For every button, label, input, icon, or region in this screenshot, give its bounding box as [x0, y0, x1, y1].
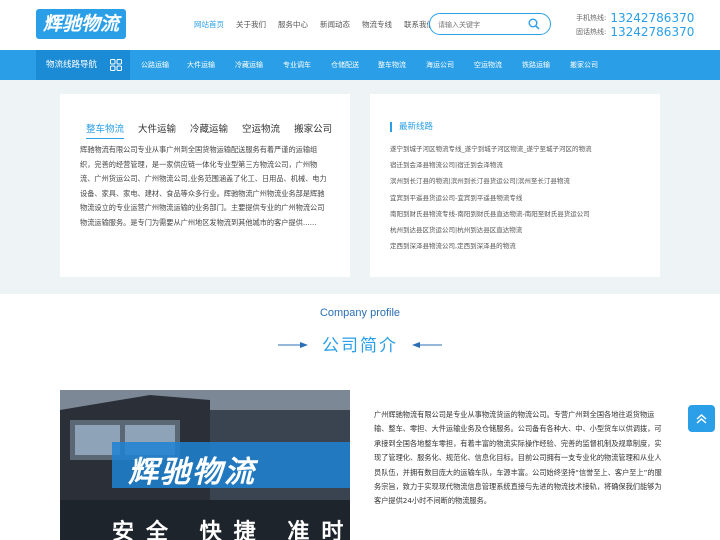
- title-decoration-right: [412, 342, 442, 348]
- service-tabs: 整车物流 大件运输 冷藏运输 空运物流 搬家公司: [86, 121, 346, 139]
- cat-dispatch[interactable]: 专业调车: [283, 50, 331, 80]
- cat-cold[interactable]: 冷藏运输: [235, 50, 283, 80]
- mobile-number: 13242786370: [610, 11, 695, 25]
- list-item[interactable]: 遂宁到城子河区物流专线_遂宁到城子河区物流_遂宁至城子河区的物流: [390, 141, 592, 157]
- profile-text: 广州辉驰物流有限公司是专业从事物流货运的物流公司。专营广州到全国各地往返货物运输…: [374, 410, 662, 506]
- section-title-cn: 公司简介: [322, 336, 398, 356]
- phone-hotline: 固话热线: 13242786370: [576, 25, 694, 39]
- list-item[interactable]: 宿迁到会泽县物流公司|宿迁到会泽物流: [390, 157, 592, 173]
- tab-heavy[interactable]: 大件运输: [138, 121, 176, 139]
- nav-lines[interactable]: 物流专线: [362, 19, 392, 30]
- list-item[interactable]: 南阳到财氏县物流专线-南阳到财氏县直达物流-南阳至财氏县货运公司: [390, 206, 592, 222]
- cat-warehouse[interactable]: 仓储配送: [331, 50, 378, 80]
- routes-list: 遂宁到城子河区物流专线_遂宁到城子河区物流_遂宁至城子河区的物流 宿迁到会泽县物…: [390, 141, 592, 254]
- category-links: 公路运输 大件运输 冷藏运输 专业调车 仓储配送 整车物流 海运公司 空运物流 …: [141, 50, 618, 80]
- list-item[interactable]: 滨州到长汀县的物流|滨州到长汀县货运公司|滨州至长汀县物流: [390, 173, 592, 189]
- cat-moving[interactable]: 搬家公司: [570, 50, 618, 80]
- nav-services[interactable]: 服务中心: [278, 19, 308, 30]
- route-guide-button[interactable]: 物流线路导航: [36, 50, 130, 80]
- routes-title: 最新线路: [390, 122, 433, 132]
- cat-rail[interactable]: 铁路运输: [522, 50, 570, 80]
- search-box: [429, 13, 551, 35]
- search-input[interactable]: [438, 17, 526, 32]
- tab-cold[interactable]: 冷藏运输: [190, 121, 228, 139]
- section-title-en: Company profile: [319, 307, 401, 319]
- phone-label: 固话热线:: [576, 28, 607, 36]
- mobile-hotline: 手机热线: 13242786370: [576, 11, 694, 25]
- top-nav: 网站首页 关于我们 服务中心 新闻动态 物流专线 联系我们: [194, 19, 446, 30]
- grid-icon: [110, 59, 122, 71]
- site-logo[interactable]: 辉驰物流: [36, 9, 126, 39]
- list-item[interactable]: 定西到深泽县物流公司,定西到深泽县的物流: [390, 238, 592, 254]
- mobile-label: 手机热线:: [576, 14, 607, 22]
- nav-about[interactable]: 关于我们: [236, 19, 266, 30]
- list-item[interactable]: 杭州到达县区货运公司|杭州到达县区直达物流: [390, 222, 592, 238]
- chevron-up-icon: [696, 413, 707, 424]
- cat-air[interactable]: 空运物流: [474, 50, 522, 80]
- search-icon[interactable]: [528, 18, 540, 30]
- nav-home[interactable]: 网站首页: [194, 19, 224, 30]
- header: 辉驰物流 网站首页 关于我们 服务中心 新闻动态 物流专线 联系我们 手机热线:…: [0, 0, 720, 50]
- intro-text: 辉驰物流有限公司专业从事广州到全国货物运输配送服务有着严谨的运输组织，完善的经营…: [80, 145, 327, 227]
- route-guide-label: 物流线路导航: [46, 60, 98, 70]
- intro-card: 整车物流 大件运输 冷藏运输 空运物流 搬家公司 辉驰物流有限公司专业从事广州到…: [60, 94, 350, 277]
- tab-moving[interactable]: 搬家公司: [294, 121, 332, 139]
- list-item[interactable]: 宜宾到平遥县货运公司-宜宾到平遥县物流专线: [390, 190, 592, 206]
- photo-slogan: 辉驰物流: [128, 455, 256, 490]
- photo-slogan-secondary: 安全 快捷 准时: [112, 520, 350, 540]
- routes-card: 最新线路 遂宁到城子河区物流专线_遂宁到城子河区物流_遂宁至城子河区的物流 宿迁…: [370, 94, 660, 277]
- cat-highway[interactable]: 公路运输: [141, 50, 187, 80]
- cat-sea[interactable]: 海运公司: [426, 50, 474, 80]
- phone-number: 13242786370: [610, 25, 695, 39]
- company-photo: 辉驰物流 安全 快捷 准时: [60, 390, 350, 540]
- category-navbar: 物流线路导航 公路运输 大件运输 冷藏运输 专业调车 仓储配送 整车物流 海运公…: [0, 50, 720, 80]
- cat-heavy[interactable]: 大件运输: [187, 50, 235, 80]
- back-to-top-button[interactable]: [688, 405, 715, 432]
- tab-air[interactable]: 空运物流: [242, 121, 280, 139]
- nav-news[interactable]: 新闻动态: [320, 19, 350, 30]
- tab-truckload[interactable]: 整车物流: [86, 121, 125, 139]
- cat-truckload[interactable]: 整车物流: [378, 50, 426, 80]
